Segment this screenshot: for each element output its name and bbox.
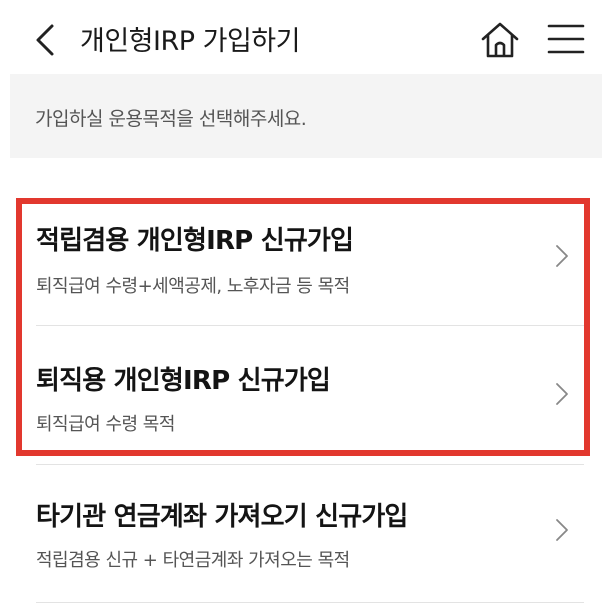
home-icon [481,22,519,58]
divider [36,325,584,326]
chevron-right-icon [556,245,568,267]
option-title: 타기관 연금계좌 가져오기 신규가입 [36,502,408,532]
option-retirement-irp[interactable]: 퇴직용 개인형IRP 신규가입 퇴직급여 수령 목적 [36,360,586,450]
option-title: 적립겸용 개인형IRP 신규가입 [36,226,354,256]
chevron-right-icon [556,519,568,541]
option-title: 퇴직용 개인형IRP 신규가입 [36,366,331,396]
option-description: 적립겸용 신규 + 타연금계좌 가져오는 목적 [36,550,350,571]
app-header: 개인형IRP 가입하기 [0,0,604,78]
page-title: 개인형IRP 가입하기 [80,26,300,57]
divider [36,602,584,603]
instruction-banner: 가입하실 운용목적을 선택해주세요. [10,74,602,158]
option-description: 퇴직급여 수령+세액공제, 노후자금 등 목적 [36,276,350,297]
option-transfer-pension[interactable]: 타기관 연금계좌 가져오기 신규가입 적립겸용 신규 + 타연금계좌 가져오는 … [36,496,586,586]
hamburger-menu-icon [547,24,585,54]
instruction-text: 가입하실 운용목적을 선택해주세요. [35,108,307,130]
option-description: 퇴직급여 수령 목적 [36,414,175,435]
option-accumulation-irp[interactable]: 적립겸용 개인형IRP 신규가입 퇴직급여 수령+세액공제, 노후자금 등 목적 [36,220,586,320]
chevron-left-icon [36,24,54,56]
divider [36,464,584,465]
menu-button[interactable] [546,20,586,60]
back-button[interactable] [30,18,66,62]
home-button[interactable] [478,18,522,62]
chevron-right-icon [556,383,568,405]
